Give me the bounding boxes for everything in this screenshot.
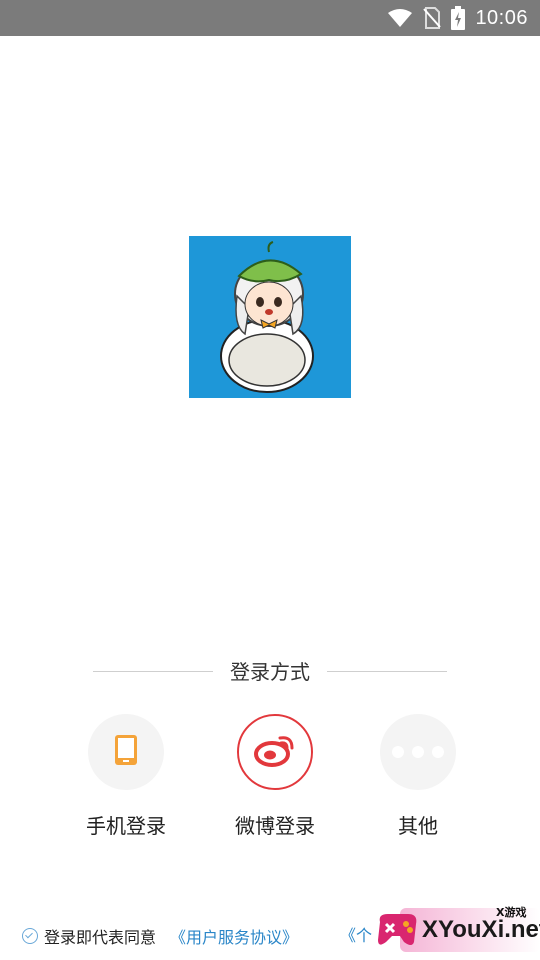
- other-login-circle[interactable]: [380, 714, 456, 790]
- app-mascot-logo: [189, 236, 351, 398]
- weibo-login-circle[interactable]: [237, 714, 313, 790]
- watermark-text: XYouXi.net: [422, 916, 540, 943]
- no-sim-icon: [423, 7, 442, 29]
- other-login-button[interactable]: 其他: [358, 714, 478, 839]
- phone-icon: [114, 734, 138, 770]
- weibo-login-label: 微博登录: [235, 814, 315, 838]
- agreement-check-icon[interactable]: [22, 928, 38, 944]
- divider-left: [93, 671, 213, 672]
- wifi-icon: [387, 8, 413, 28]
- phone-login-label: 手机登录: [86, 814, 166, 838]
- weibo-icon: [254, 732, 296, 772]
- divider-right: [327, 671, 447, 672]
- privacy-link[interactable]: 《个: [340, 922, 372, 950]
- phone-login-button[interactable]: 手机登录: [66, 714, 186, 839]
- agreement-row: 登录即代表同意 《用户服务协议》: [22, 922, 298, 950]
- weibo-login-button[interactable]: 微博登录: [215, 714, 335, 839]
- other-login-label: 其他: [398, 814, 438, 838]
- clock: 10:06: [475, 6, 528, 29]
- more-dots-icon: [392, 746, 444, 758]
- watermark: X游戏 XYouXi.net: [370, 900, 540, 960]
- battery-charging-icon: [451, 6, 466, 30]
- status-bar: 10:06: [0, 0, 540, 36]
- phone-login-circle[interactable]: [88, 714, 164, 790]
- terms-link[interactable]: 《用户服务协议》: [170, 924, 298, 948]
- agreement-text: 登录即代表同意: [44, 928, 157, 947]
- login-method-header: 登录方式: [0, 656, 540, 688]
- login-method-title: 登录方式: [230, 660, 310, 684]
- gamepad-icon: [378, 914, 417, 945]
